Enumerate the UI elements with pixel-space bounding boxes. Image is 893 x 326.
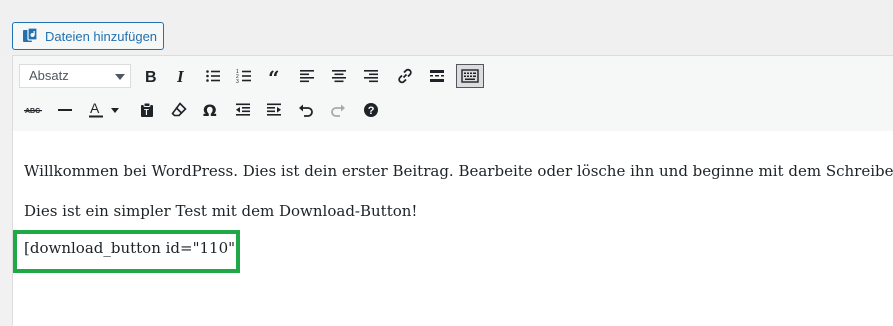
format-select-value: Absatz [29,68,69,83]
insert-link-icon [398,68,412,84]
text-color-button[interactable]: A [83,98,123,122]
svg-text:?: ? [368,105,375,117]
redo-button[interactable] [324,98,352,122]
editor-toolbar: Absatz B I 123 “ ABC A T Ω ? [13,56,893,132]
clear-formatting-button[interactable] [165,98,193,122]
numbered-list-button[interactable]: 123 [230,64,258,88]
add-media-label: Dateien hinzufügen [45,28,158,44]
paragraph-welcome: Willkommen bei WordPress. Dies ist dein … [24,162,893,180]
indent-button[interactable] [260,98,288,122]
svg-text:“: “ [268,68,280,84]
align-center-button[interactable] [325,64,353,88]
align-left-button[interactable] [293,64,321,88]
read-more-icon [430,70,444,82]
outdent-button[interactable] [229,98,257,122]
paste-as-text-button[interactable]: T [133,98,161,122]
svg-text:ABC: ABC [25,108,40,115]
bold-icon: B [145,69,157,84]
read-more-button[interactable] [423,64,451,88]
svg-text:I: I [176,68,185,84]
clear-formatting-icon [171,102,187,117]
align-right-button[interactable] [357,64,385,88]
outdent-icon [236,103,250,116]
editor-content[interactable]: Willkommen bei WordPress. Dies ist dein … [13,131,893,326]
special-character-icon: Ω [203,102,217,118]
align-center-icon [332,70,346,83]
svg-text:A: A [90,101,100,116]
horizontal-line-icon [58,109,72,111]
strikethrough-icon: ABC [24,108,42,115]
redo-icon [331,104,345,117]
italic-icon: I [176,68,185,84]
svg-text:3: 3 [236,79,239,84]
align-right-icon [364,70,378,83]
help-button[interactable]: ? [357,98,385,122]
add-media-button[interactable]: Dateien hinzufügen [12,22,164,50]
paste-as-text-icon: T [141,102,153,117]
toolbar-toggle-button[interactable] [456,64,484,88]
svg-text:B: B [145,69,157,84]
format-select[interactable]: Absatz [19,64,131,88]
bulleted-list-button[interactable] [199,64,227,88]
special-character-button[interactable]: Ω [196,98,224,122]
blockquote-icon: “ [268,68,280,84]
chevron-down-icon [115,74,125,80]
align-left-icon [300,70,314,83]
insert-link-button[interactable] [391,64,419,88]
text-color-icon: A [89,101,119,118]
svg-text:T: T [144,108,149,117]
italic-button[interactable]: I [167,64,195,88]
strikethrough-button[interactable]: ABC [19,98,47,122]
svg-text:Ω: Ω [203,102,217,118]
undo-icon [299,104,313,117]
paragraph-test: Dies ist ein simpler Test mit dem Downlo… [24,202,418,220]
editor: Absatz B I 123 “ ABC A T Ω ? Willkommen … [12,55,893,326]
bold-button[interactable]: B [136,64,164,88]
numbered-list-icon: 123 [236,69,251,84]
undo-button[interactable] [292,98,320,122]
indent-icon [267,103,281,116]
media-buttons-bar: Dateien hinzufügen [0,0,893,55]
blockquote-button[interactable]: “ [262,64,290,88]
highlight-box [13,230,240,273]
media-icon [21,27,39,45]
toolbar-toggle-icon [461,69,479,83]
horizontal-line-button[interactable] [51,98,79,122]
bulleted-list-icon [206,70,220,82]
help-icon: ? [364,103,378,117]
